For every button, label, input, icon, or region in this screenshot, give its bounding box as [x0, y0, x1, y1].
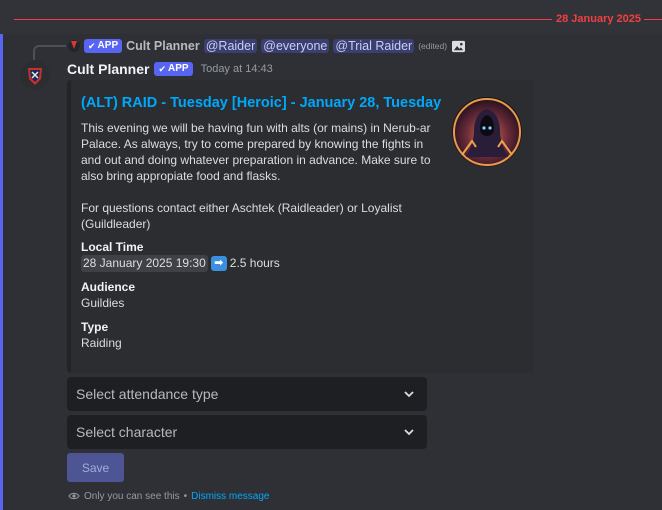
chevron-down-icon	[404, 429, 414, 436]
divider-line	[14, 18, 552, 20]
field-name: Local Time	[81, 240, 144, 254]
shield-icon	[20, 60, 50, 90]
divider-line-tail	[644, 18, 662, 20]
embed-thumbnail[interactable]	[452, 97, 522, 167]
mention-everyone[interactable]: @everyone	[261, 39, 330, 53]
attendance-type-select[interactable]: Select attendance type	[67, 377, 427, 411]
reply-app-tag-label: APP	[97, 40, 119, 51]
chevron-down-icon	[404, 391, 414, 398]
save-button[interactable]: Save	[67, 453, 124, 482]
message-header: Cult Planner ✔ APP Today at 14:43	[67, 60, 273, 78]
embed-description: This evening we will be having fun with …	[81, 120, 431, 232]
author-name[interactable]: Cult Planner	[67, 61, 149, 77]
dismiss-message-link[interactable]: Dismiss message	[191, 491, 269, 502]
reply-avatar[interactable]	[68, 40, 80, 52]
message-timestamp[interactable]: Today at 14:43	[201, 63, 273, 75]
field-name: Audience	[81, 280, 136, 294]
attendance-type-placeholder: Select attendance type	[76, 386, 219, 402]
right-arrow-icon: ➡	[210, 256, 227, 271]
message-highlight-bar	[0, 34, 3, 510]
author-avatar[interactable]	[20, 60, 50, 90]
image-icon[interactable]	[451, 40, 466, 53]
field-local-time: Local Time 28 January 2025 19:30 ➡ 2.5 h…	[81, 239, 520, 272]
divider-date: 28 January 2025	[555, 13, 641, 25]
date-divider: 28 January 2025	[14, 11, 662, 27]
author-app-tag: ✔ APP	[154, 62, 193, 76]
check-icon: ✔	[158, 64, 167, 74]
eye-icon	[68, 492, 80, 500]
reply-app-tag: ✔ APP	[84, 39, 123, 53]
field-value: 28 January 2025 19:30 ➡ 2.5 hours	[81, 255, 520, 272]
ephemeral-notice: Only you can see this • Dismiss message	[68, 489, 269, 503]
reply-reference[interactable]: ✔ APP Cult Planner @Raider @everyone @Tri…	[68, 37, 466, 55]
field-type: Type Raiding	[81, 319, 520, 352]
hooded-figure-icon	[452, 97, 522, 167]
field-value: Guildies	[81, 296, 125, 310]
mention-raider[interactable]: @Raider	[203, 39, 258, 53]
check-icon: ✔	[88, 41, 96, 51]
local-time-chip[interactable]: 28 January 2025 19:30	[81, 255, 208, 272]
field-value: Raiding	[81, 336, 122, 350]
author-app-tag-label: APP	[168, 63, 189, 74]
event-embed: (ALT) RAID - Tuesday [Heroic] - January …	[67, 80, 534, 373]
ephemeral-separator: •	[183, 490, 188, 502]
character-select[interactable]: Select character	[67, 415, 427, 449]
field-name: Type	[81, 320, 109, 334]
embed-title[interactable]: (ALT) RAID - Tuesday [Heroic] - January …	[81, 94, 520, 112]
reply-author[interactable]: Cult Planner	[126, 39, 200, 53]
ephemeral-text: Only you can see this	[84, 490, 180, 502]
edited-label: (edited)	[418, 41, 448, 51]
mention-trial-raider[interactable]: @Trial Raider	[333, 39, 415, 53]
field-audience: Audience Guildies	[81, 279, 520, 312]
embed-description-paragraph: This evening we will be having fun with …	[81, 121, 431, 183]
reply-spine	[33, 45, 66, 60]
character-placeholder: Select character	[76, 424, 178, 440]
embed-description-paragraph: For questions contact either Aschtek (Ra…	[81, 201, 402, 231]
duration-text: 2.5 hours	[229, 256, 280, 270]
